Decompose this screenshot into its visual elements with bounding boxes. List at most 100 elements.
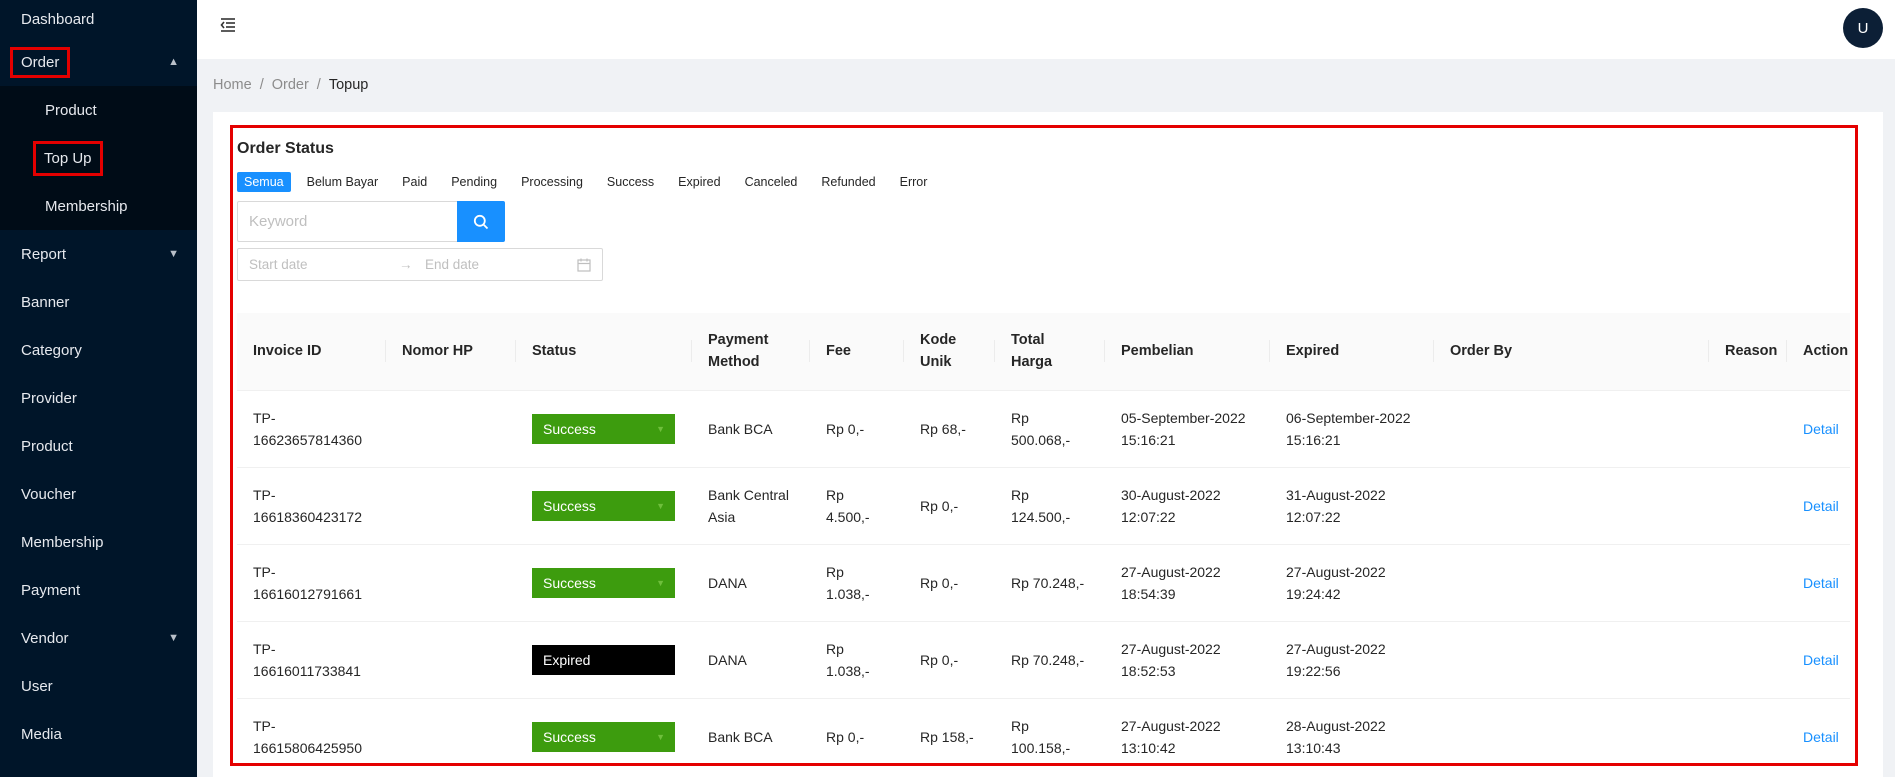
reason-cell xyxy=(1709,467,1787,545)
status-select[interactable]: Success ▼ xyxy=(532,490,675,521)
range-arrow-icon: → xyxy=(399,257,413,272)
sidebar-item-label: Membership xyxy=(45,197,128,215)
page-title: Order Status xyxy=(237,140,334,157)
pembelian-cell: 27-August-2022 18:52:53 xyxy=(1105,621,1270,699)
order-submenu: Product Top Up Membership xyxy=(0,86,197,230)
sidebar-item-category[interactable]: Category xyxy=(0,326,197,374)
start-date-field[interactable]: Start date xyxy=(249,257,399,272)
sidebar-item-label: User xyxy=(21,677,53,695)
tab-expired[interactable]: Expired xyxy=(670,172,728,192)
phone-cell xyxy=(386,544,516,622)
menu-fold-icon[interactable] xyxy=(219,16,237,34)
status-cell: Success ▼ xyxy=(516,390,692,468)
detail-link[interactable]: Detail xyxy=(1803,575,1839,591)
sidebar-item-label: Product xyxy=(21,437,73,455)
detail-link[interactable]: Detail xyxy=(1803,498,1839,514)
tab-error[interactable]: Error xyxy=(892,172,936,192)
order-by-cell xyxy=(1434,390,1709,468)
reason-cell xyxy=(1709,390,1787,468)
column-header: Invoice ID xyxy=(237,313,386,391)
sidebar-item-vendor[interactable]: Vendor ▼ xyxy=(0,614,197,662)
breadcrumb-separator: / xyxy=(316,77,321,93)
tab-success[interactable]: Success xyxy=(599,172,662,192)
pembelian-cell: 27-August-2022 13:10:42 xyxy=(1105,698,1270,763)
sidebar-item-payment[interactable]: Payment xyxy=(0,566,197,614)
search-input[interactable] xyxy=(237,201,457,242)
invoice-id-cell: TP-16618360423172 xyxy=(237,467,386,545)
breadcrumb-home[interactable]: Home xyxy=(213,77,252,93)
breadcrumb-separator: / xyxy=(259,77,264,93)
end-date-field[interactable]: End date xyxy=(425,257,575,272)
avatar[interactable]: U xyxy=(1843,8,1883,48)
kode-unik-cell: Rp 0,- xyxy=(904,621,995,699)
tab-pending[interactable]: Pending xyxy=(443,172,505,192)
date-range-picker[interactable]: Start date → End date xyxy=(237,248,603,281)
fee-cell: Rp 1.038,- xyxy=(810,544,904,622)
sidebar-item-provider[interactable]: Provider xyxy=(0,374,197,422)
column-header: Nomor HP xyxy=(386,313,516,391)
tab-refunded[interactable]: Refunded xyxy=(813,172,883,192)
search-button[interactable] xyxy=(457,201,505,242)
tab-semua[interactable]: Semua xyxy=(237,172,291,192)
sidebar-item-report[interactable]: Report ▼ xyxy=(0,230,197,278)
sidebar-item-label: Order xyxy=(10,46,71,78)
fee-cell: Rp 4.500,- xyxy=(810,467,904,545)
search-icon xyxy=(473,214,489,229)
sidebar-item-dashboard[interactable]: Dashboard xyxy=(0,0,197,38)
tab-paid[interactable]: Paid xyxy=(394,172,435,192)
chevron-down-icon: ▼ xyxy=(656,654,665,665)
breadcrumb-order[interactable]: Order xyxy=(272,77,309,93)
reason-cell xyxy=(1709,698,1787,763)
sidebar-item-label: Media xyxy=(21,725,62,743)
action-cell: Detail xyxy=(1787,698,1850,763)
chevron-down-icon: ▼ xyxy=(656,500,665,511)
sidebar-item-order[interactable]: Order ▲ xyxy=(0,38,197,86)
sidebar-item-media[interactable]: Media xyxy=(0,710,197,758)
expired-cell: 06-September-2022 15:16:21 xyxy=(1270,390,1434,468)
status-select[interactable]: Success ▼ xyxy=(532,413,675,444)
kode-unik-cell: Rp 158,- xyxy=(904,698,995,763)
sidebar-subitem-membership[interactable]: Membership xyxy=(0,182,197,230)
status-label: Success xyxy=(543,728,596,745)
detail-link[interactable]: Detail xyxy=(1803,729,1839,745)
status-select[interactable]: Success ▼ xyxy=(532,567,675,598)
total-cell: Rp 100.158,- xyxy=(995,698,1105,763)
tab-canceled[interactable]: Canceled xyxy=(737,172,806,192)
table-header-row: Invoice ID Nomor HP Status Payment Metho… xyxy=(237,313,1850,391)
sidebar-subitem-topup[interactable]: Top Up xyxy=(0,134,197,182)
table-row: TP-16615806425950 Success ▼ Bank BCA Rp 0… xyxy=(237,698,1850,763)
kode-unik-cell: Rp 68,- xyxy=(904,390,995,468)
sidebar: Dashboard Order ▲ Product Top Up Members… xyxy=(0,0,197,777)
status-label: Success xyxy=(543,574,596,591)
sidebar-item-label: Category xyxy=(21,341,82,359)
expired-cell: 27-August-2022 19:24:42 xyxy=(1270,544,1434,622)
tab-processing[interactable]: Processing xyxy=(513,172,591,192)
fee-cell: Rp 0,- xyxy=(810,390,904,468)
sidebar-item-product[interactable]: Product xyxy=(0,422,197,470)
invoice-id-cell: TP-16623657814360 xyxy=(237,390,386,468)
status-select[interactable]: Expired ▼ xyxy=(532,644,675,675)
detail-link[interactable]: Detail xyxy=(1803,652,1839,668)
order-by-cell xyxy=(1434,621,1709,699)
sidebar-item-label: Vendor xyxy=(21,629,69,647)
sidebar-item-label: Voucher xyxy=(21,485,77,503)
sidebar-item-user[interactable]: User xyxy=(0,662,197,710)
order-by-cell xyxy=(1434,544,1709,622)
status-select[interactable]: Success ▼ xyxy=(532,721,675,752)
sidebar-item-label: Report xyxy=(21,245,67,263)
reason-cell xyxy=(1709,544,1787,622)
sidebar-subitem-product[interactable]: Product xyxy=(0,86,197,134)
sidebar-item-banner[interactable]: Banner xyxy=(0,278,197,326)
expired-cell: 31-August-2022 12:07:22 xyxy=(1270,467,1434,545)
tab-belum-bayar[interactable]: Belum Bayar xyxy=(299,172,387,192)
sidebar-item-voucher[interactable]: Voucher xyxy=(0,470,197,518)
chevron-down-icon: ▼ xyxy=(656,577,665,588)
sidebar-item-label: Membership xyxy=(21,533,104,551)
sidebar-item-label: Provider xyxy=(21,389,77,407)
sidebar-item-membership[interactable]: Membership xyxy=(0,518,197,566)
total-cell: Rp 500.068,- xyxy=(995,390,1105,468)
sidebar-item-label: Product xyxy=(45,101,97,119)
top-header: U xyxy=(197,0,1895,59)
sidebar-item-label: Banner xyxy=(21,293,70,311)
detail-link[interactable]: Detail xyxy=(1803,421,1839,437)
